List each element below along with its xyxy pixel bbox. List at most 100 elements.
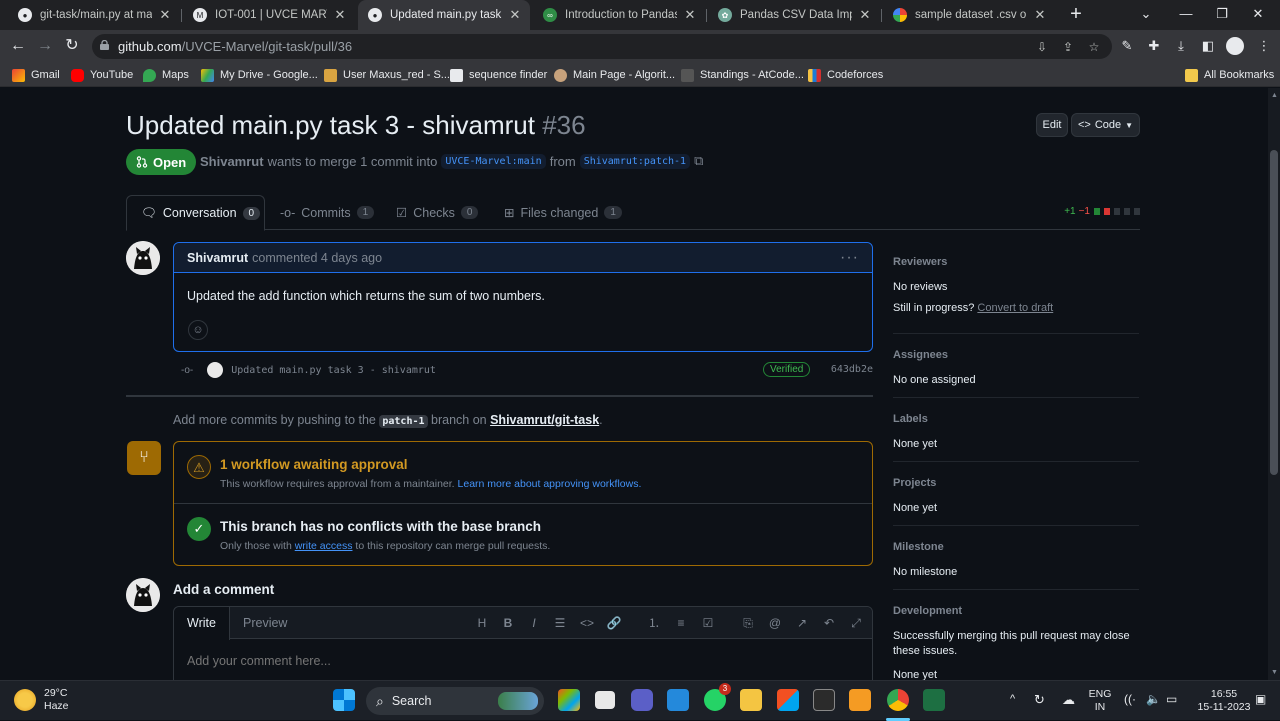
task-list-icon[interactable]: ☑: [700, 615, 716, 631]
weather-widget[interactable]: 29°C Haze: [14, 687, 69, 713]
reference-icon[interactable]: ↗: [794, 615, 810, 631]
copy-icon[interactable]: ⧉: [694, 153, 703, 169]
browser-tab[interactable]: ● git-task/main.py at main · S ✕: [8, 0, 180, 30]
omnibox[interactable]: github.com/UVCE-Marvel/git-task/pull/36 …: [92, 34, 1112, 59]
close-tab-icon[interactable]: ✕: [508, 7, 522, 23]
volume-icon[interactable]: 🔈: [1146, 692, 1161, 706]
comment-input[interactable]: [187, 654, 857, 668]
install-app-icon[interactable]: ⇩: [1034, 39, 1050, 55]
commit-avatar[interactable]: [207, 362, 224, 378]
convert-to-draft-link[interactable]: Convert to draft: [977, 302, 1053, 314]
head-branch[interactable]: Shivamrut:patch-1: [579, 153, 691, 169]
taskbar-search[interactable]: ⌕ Search: [366, 687, 544, 715]
close-tab-icon[interactable]: ✕: [158, 7, 172, 23]
avatar[interactable]: [126, 241, 160, 275]
side-panel-icon[interactable]: ◧: [1200, 38, 1216, 54]
back-icon[interactable]: ←: [7, 35, 29, 57]
share-icon[interactable]: ⇪: [1060, 39, 1076, 55]
bookmark-drive[interactable]: My Drive - Google...: [201, 67, 318, 83]
development-gear[interactable]: Development: [893, 605, 1139, 617]
close-tab-icon[interactable]: ✕: [1033, 7, 1047, 23]
verified-badge[interactable]: Verified: [763, 362, 811, 377]
clock[interactable]: 16:55 15-11-2023: [1196, 688, 1252, 714]
minimize-icon[interactable]: —: [1168, 0, 1204, 30]
bookmark-star-icon[interactable]: ☆: [1086, 39, 1102, 55]
assignees-gear[interactable]: Assignees: [893, 349, 1139, 361]
approving-workflows-link[interactable]: Learn more about approving workflows.: [458, 478, 642, 490]
bookmark-sequence-finder[interactable]: sequence finder: [450, 67, 547, 83]
commit-message[interactable]: Updated main.py task 3 - shivamrut: [231, 365, 436, 376]
tray-chevron-icon[interactable]: ^: [1010, 693, 1015, 705]
notifications-icon[interactable]: ▣: [1255, 692, 1266, 706]
onedrive-icon[interactable]: ☁: [1062, 692, 1075, 708]
comment-timestamp[interactable]: commented 4 days ago: [252, 251, 382, 265]
tray-app-icon[interactable]: ↻: [1034, 692, 1045, 708]
forward-icon[interactable]: →: [34, 35, 56, 57]
extensions-puzzle-icon[interactable]: ✚: [1146, 38, 1162, 54]
reviewers-gear[interactable]: Reviewers: [893, 256, 1139, 268]
profile-avatar[interactable]: [1226, 37, 1244, 55]
chrome-icon[interactable]: [887, 689, 909, 711]
browser-tab-active[interactable]: ● Updated main.py task 3 - s ✕: [358, 0, 530, 30]
comment-author[interactable]: Shivamrut: [187, 251, 248, 265]
quote-icon[interactable]: ☰: [552, 615, 568, 631]
excel-icon[interactable]: [923, 689, 945, 711]
heading-icon[interactable]: H: [474, 615, 490, 631]
browser-tab[interactable]: sample dataset .csv online ✕: [883, 0, 1055, 30]
wifi-icon[interactable]: ((·: [1124, 692, 1136, 706]
teams-icon[interactable]: [631, 689, 653, 711]
unordered-list-icon[interactable]: ≡: [673, 615, 689, 631]
ordered-list-icon[interactable]: ⒈: [646, 615, 662, 631]
code-icon[interactable]: <>: [579, 615, 595, 631]
new-tab-button[interactable]: +: [1064, 3, 1088, 27]
milestone-gear[interactable]: Milestone: [893, 541, 1139, 553]
reload-icon[interactable]: ↻: [61, 35, 83, 57]
bookmark-algorithms[interactable]: Main Page - Algorit...: [554, 67, 675, 83]
sublime-icon[interactable]: [849, 689, 871, 711]
commit-sha[interactable]: 643db2e: [831, 364, 873, 375]
all-bookmarks[interactable]: All Bookmarks: [1185, 67, 1274, 83]
tab-files-changed[interactable]: ⊞ Files changed 1: [490, 195, 636, 230]
tab-conversation[interactable]: 🗨 Conversation 0: [126, 195, 265, 231]
mention-icon[interactable]: @: [767, 615, 783, 631]
attach-icon[interactable]: ⎘: [740, 615, 756, 631]
ms-store-icon[interactable]: [777, 689, 799, 711]
code-button[interactable]: <> Code ▼: [1071, 113, 1140, 137]
task-view-icon[interactable]: [595, 691, 615, 709]
projects-gear[interactable]: Projects: [893, 477, 1139, 489]
scrollbar-thumb[interactable]: [1270, 150, 1278, 475]
tab-search-icon[interactable]: ⌄: [1128, 0, 1164, 30]
url-text[interactable]: github.com/UVCE-Marvel/git-task/pull/36: [118, 39, 352, 54]
tab-commits[interactable]: -o- Commits 1: [266, 195, 388, 230]
browser-tab[interactable]: ✿ Pandas CSV Data Import ✕: [708, 0, 880, 30]
windows-start-icon[interactable]: [333, 689, 355, 711]
bookmark-codeforces[interactable]: Codeforces: [808, 67, 883, 83]
close-tab-icon[interactable]: ✕: [683, 7, 697, 23]
vscode-icon[interactable]: [667, 689, 689, 711]
edit-button[interactable]: Edit: [1036, 113, 1068, 137]
maximize-icon[interactable]: ❐: [1204, 0, 1240, 30]
scroll-up-icon[interactable]: ▲: [1271, 92, 1278, 99]
bookmark-user[interactable]: User Maxus_red - S...: [324, 67, 450, 83]
close-tab-icon[interactable]: ✕: [858, 7, 872, 23]
file-explorer-icon[interactable]: [740, 689, 762, 711]
menu-icon[interactable]: ⋮: [1256, 38, 1272, 54]
undo-reply-icon[interactable]: ↶: [821, 615, 837, 631]
downloads-icon[interactable]: ⤓: [1173, 38, 1189, 54]
bookmark-gmail[interactable]: Gmail: [12, 67, 60, 83]
close-window-icon[interactable]: ✕: [1240, 0, 1276, 30]
browser-tab[interactable]: M IOT-001 | UVCE MARVEL ✕: [183, 0, 355, 30]
write-access-link[interactable]: write access: [295, 540, 353, 552]
base-branch[interactable]: UVCE-Marvel:main: [441, 153, 546, 169]
bookmark-atcoder[interactable]: Standings - AtCode...: [681, 67, 804, 83]
repo-link[interactable]: Shivamrut/git-task: [490, 413, 599, 427]
close-tab-icon[interactable]: ✕: [333, 7, 347, 23]
add-reaction-icon[interactable]: ☺: [188, 320, 208, 340]
browser-tab[interactable]: ∞ Introduction to Pandas - G ✕: [533, 0, 705, 30]
copilot-icon[interactable]: [558, 689, 580, 711]
tab-write[interactable]: Write: [174, 607, 230, 640]
battery-icon[interactable]: ▭: [1166, 692, 1177, 706]
tab-preview[interactable]: Preview: [230, 607, 300, 640]
labels-gear[interactable]: Labels: [893, 413, 1139, 425]
tab-checks[interactable]: ☑ Checks 0: [382, 195, 492, 230]
